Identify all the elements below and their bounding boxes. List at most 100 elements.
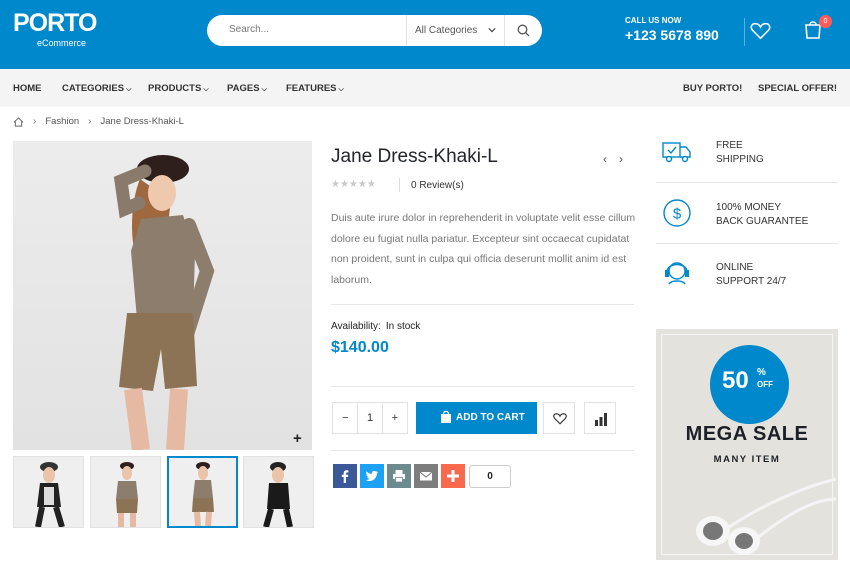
product-thumbnail[interactable]	[13, 456, 84, 528]
feature-text: 100% MONEY BACK GUARANTEE	[716, 201, 836, 229]
decrease-button[interactable]: −	[333, 403, 357, 433]
logo[interactable]: PORTO eCommerce	[13, 9, 97, 49]
heart-icon	[553, 413, 567, 425]
site-header: PORTO eCommerce Search... All Categories…	[0, 0, 850, 69]
availability-value: In stock	[385, 321, 421, 332]
chart-icon	[595, 413, 607, 426]
reviews-link[interactable]: 0 Review(s)	[411, 180, 464, 191]
call-label: CALL US NOW	[625, 16, 682, 25]
home-icon[interactable]	[13, 116, 24, 127]
category-select-label: All Categories	[415, 25, 478, 36]
divider	[331, 386, 634, 387]
product-description: Duis aute irure dolor in reprehenderit i…	[331, 212, 636, 286]
call-us: CALL US NOW +123 5678 890	[625, 16, 719, 43]
feature-line: SUPPORT 24/7	[716, 276, 787, 287]
breadcrumb-separator: ›	[33, 116, 37, 127]
category-select[interactable]: All Categories	[406, 15, 504, 46]
thumbnail-image	[35, 462, 65, 527]
product-nav: ‹ ›	[603, 152, 635, 166]
mega-sale-banner[interactable]: 50 % OFF MEGA SALE MANY ITEM	[656, 329, 838, 560]
nav-item-products[interactable]: PRODUCTS ⌵	[148, 83, 209, 94]
share-count: 0	[469, 465, 511, 488]
increase-button[interactable]: +	[383, 403, 407, 433]
zoom-button[interactable]: +	[293, 430, 302, 447]
breadcrumb-separator: ›	[88, 116, 92, 127]
feature-line: SHIPPING	[716, 154, 764, 165]
header-divider	[744, 18, 745, 46]
banner-subtitle: MANY ITEM	[713, 454, 781, 465]
prev-product-icon[interactable]: ‹	[603, 152, 607, 166]
product-price: $140.00	[331, 339, 389, 356]
nav-item-label: PRODUCTS	[148, 83, 202, 94]
review-divider	[399, 178, 400, 192]
search-input[interactable]: Search...	[229, 24, 269, 35]
divider	[331, 304, 634, 305]
breadcrumb-item[interactable]: Fashion	[45, 116, 79, 127]
rating-stars: ★★★★★	[331, 179, 376, 190]
divider	[656, 182, 838, 183]
cart-badge: 0	[819, 15, 832, 28]
bag-icon	[441, 410, 451, 423]
earphones-image	[696, 477, 836, 555]
twitter-share-button[interactable]	[360, 464, 384, 488]
thumbnail-image	[192, 462, 214, 526]
chevron-down-icon: ⌵	[126, 86, 132, 93]
print-icon	[393, 470, 405, 483]
nav-item-home[interactable]: HOME	[13, 83, 42, 94]
breadcrumb-item: Jane Dress-Khaki-L	[100, 116, 184, 127]
feature-line: 100% MONEY	[716, 202, 782, 213]
product-thumbnail[interactable]	[90, 456, 161, 528]
discount-off: OFF	[757, 380, 773, 389]
compare-button[interactable]	[584, 402, 616, 434]
chevron-down-icon	[488, 28, 496, 33]
facebook-share-button[interactable]	[333, 464, 357, 488]
email-icon	[419, 471, 433, 481]
product-title: Jane Dress-Khaki-L	[331, 146, 498, 167]
discount-percent: 50	[722, 367, 749, 394]
breadcrumb: › Fashion › Jane Dress-Khaki-L	[13, 116, 184, 127]
next-product-icon[interactable]: ›	[619, 152, 623, 166]
availability-label: Availability:	[331, 321, 381, 332]
nav-item-label: PAGES	[227, 83, 260, 94]
discount-percent-sign: %	[757, 367, 766, 378]
feature-text: FREE SHIPPING	[716, 139, 836, 167]
chevron-down-icon: ⌵	[203, 86, 209, 93]
call-number[interactable]: +123 5678 890	[625, 27, 719, 43]
thumbnail-image	[263, 462, 293, 527]
search-bar: Search... All Categories	[207, 15, 542, 46]
nav-item-buy-porto[interactable]: BUY PORTO!	[683, 83, 742, 94]
wishlist-button[interactable]	[543, 402, 575, 434]
search-button[interactable]	[504, 15, 542, 46]
print-button[interactable]	[387, 464, 411, 488]
nav-item-special-offer[interactable]: SPECIAL OFFER!	[758, 83, 837, 94]
banner-title: MEGA SALE	[685, 423, 809, 445]
logo-subtitle: eCommerce	[37, 38, 87, 48]
product-main-image[interactable]	[13, 141, 312, 450]
add-to-cart-button[interactable]: ADD TO CART	[416, 402, 537, 434]
divider	[331, 450, 634, 451]
support-icon	[665, 262, 689, 285]
product-thumbnail[interactable]	[243, 456, 314, 528]
product-thumbnail-active[interactable]	[167, 456, 238, 528]
heart-icon[interactable]	[750, 21, 771, 40]
email-share-button[interactable]	[414, 464, 438, 488]
more-share-button[interactable]	[441, 464, 465, 488]
main-nav: HOME CATEGORIES ⌵ PRODUCTS ⌵ PAGES ⌵ FEATUR…	[0, 69, 850, 107]
chevron-down-icon: ⌵	[338, 86, 344, 93]
quantity-input[interactable]: 1	[357, 403, 383, 433]
logo-title: PORTO	[13, 9, 97, 37]
svg-text:$: $	[673, 206, 682, 223]
nav-item-categories[interactable]: CATEGORIES ⌵	[62, 83, 131, 94]
add-to-cart-label: ADD TO CART	[456, 412, 525, 423]
model-photo	[113, 155, 215, 450]
feature-text: ONLINE SUPPORT 24/7	[716, 261, 836, 289]
feature-line: ONLINE	[716, 262, 754, 273]
availability: Availability: In stock	[331, 321, 420, 332]
quantity-stepper: − 1 +	[332, 402, 408, 434]
twitter-icon	[365, 470, 378, 482]
thumbnail-image	[116, 462, 138, 527]
nav-item-features[interactable]: FEATURES ⌵	[286, 83, 344, 94]
nav-item-pages[interactable]: PAGES ⌵	[227, 83, 267, 94]
chevron-down-icon: ⌵	[261, 86, 267, 93]
dollar-icon: $	[663, 199, 691, 227]
